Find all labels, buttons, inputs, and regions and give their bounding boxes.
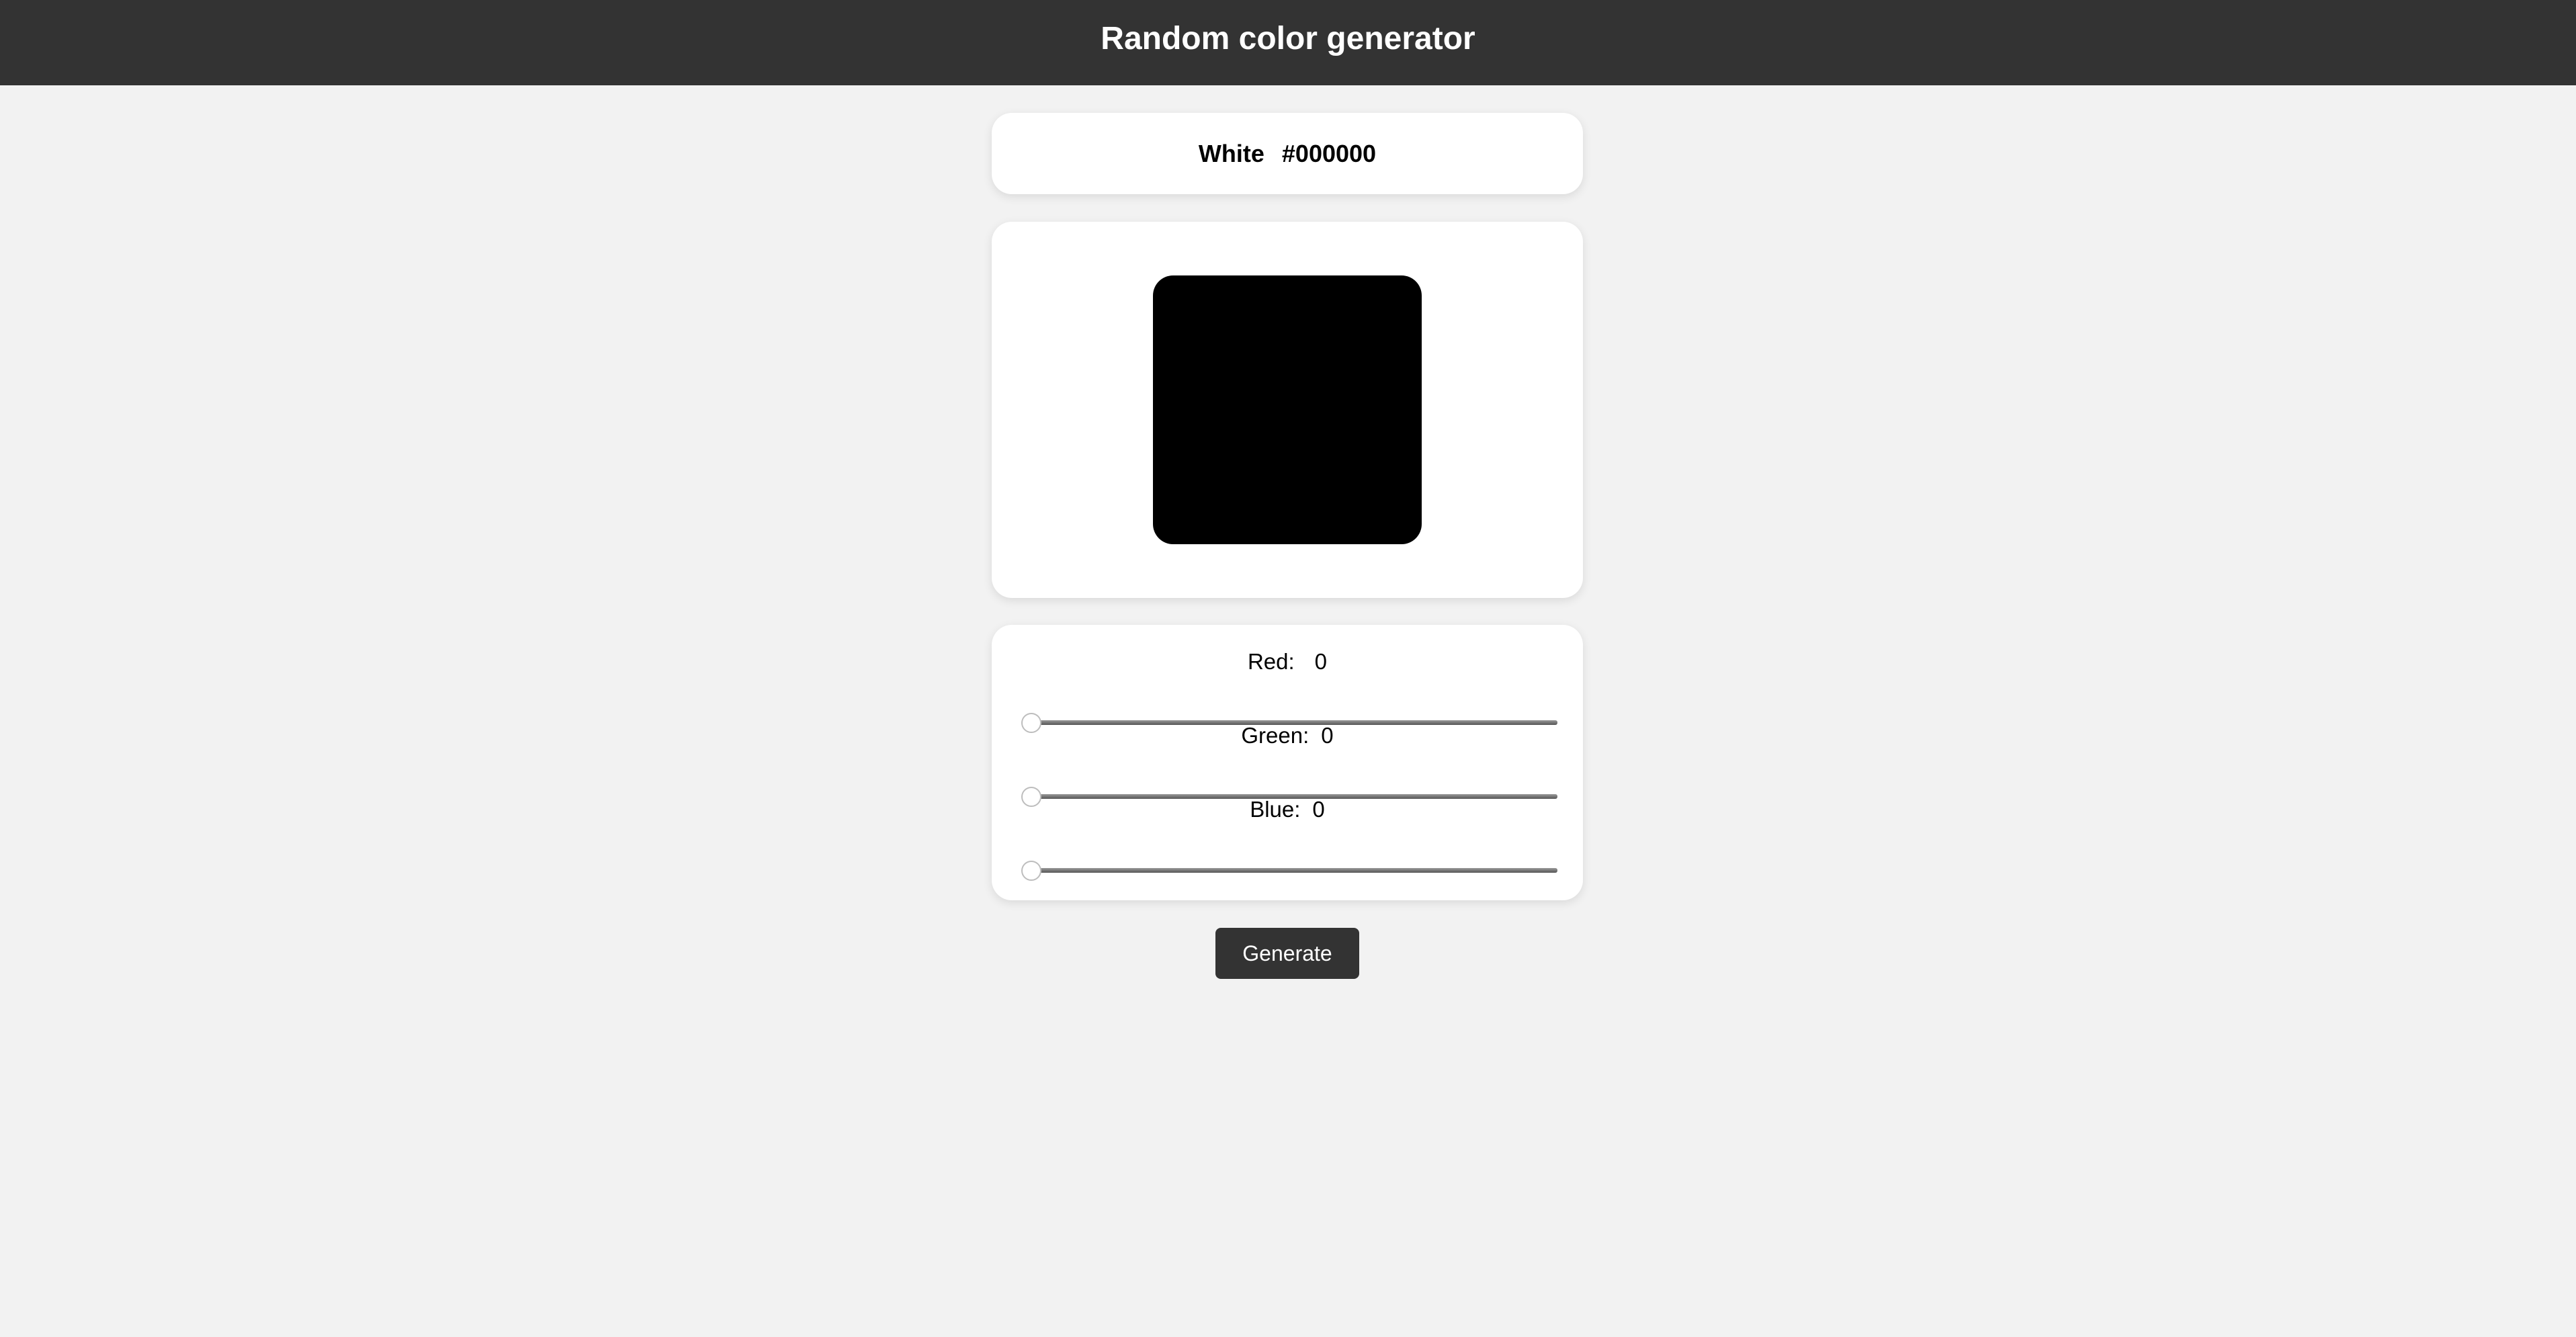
rgb-sliders-card: Red: 0 Green: 0 Blue: 0 xyxy=(992,625,1583,900)
red-value: 0 xyxy=(1314,649,1328,674)
blue-slider-track[interactable] xyxy=(1025,868,1557,873)
color-name-card: White #000000 xyxy=(992,113,1583,194)
blue-value: 0 xyxy=(1312,797,1325,822)
page-title: Random color generator xyxy=(1101,21,1475,56)
app-header: Random color generator xyxy=(0,0,2576,85)
generate-button[interactable]: Generate xyxy=(1215,928,1359,979)
color-hex: #000000 xyxy=(1281,139,1377,167)
green-label: Green: xyxy=(1241,723,1310,748)
slider-label-green: Green: 0 xyxy=(992,723,1583,748)
red-label: Red: xyxy=(1247,649,1295,674)
blue-label: Blue: xyxy=(1250,797,1301,822)
slider-label-blue: Blue: 0 xyxy=(992,797,1583,822)
swatch-card xyxy=(992,222,1583,598)
color-swatch xyxy=(1153,275,1422,544)
blue-slider-thumb[interactable] xyxy=(1021,861,1041,881)
color-name: White xyxy=(1198,139,1264,167)
green-value: 0 xyxy=(1321,723,1334,748)
slider-label-red: Red: 0 xyxy=(992,649,1583,675)
